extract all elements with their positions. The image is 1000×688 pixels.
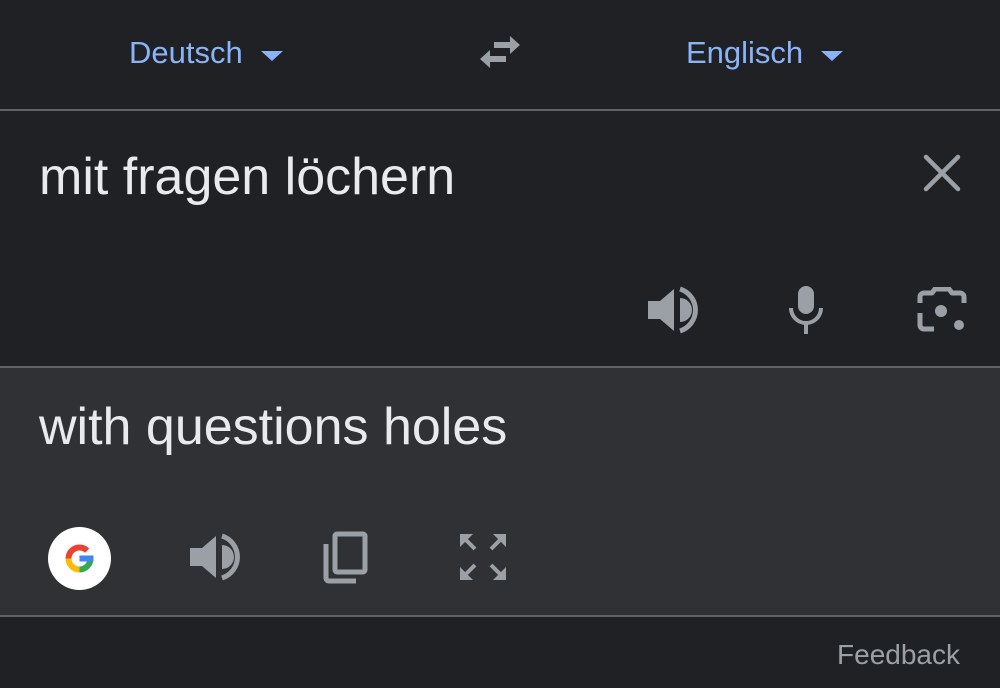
copy-icon [323,531,368,584]
copy-translation-button[interactable] [320,530,372,586]
feedback-link[interactable]: Feedback [837,639,960,671]
translate-app: Deutsch Englisch mit fragen löchern with… [0,0,1000,688]
speaker-icon [648,286,698,334]
camera-input-button[interactable] [916,286,968,335]
target-language-label: Englisch [686,35,804,70]
google-logo-icon [65,544,94,573]
source-language-label: Deutsch [129,35,243,70]
dropdown-caret-icon [821,51,844,61]
language-bar: Deutsch Englisch [0,0,1000,109]
listen-source-button[interactable] [644,285,700,335]
translated-text: with questions holes [39,398,508,456]
output-panel: with questions holes [0,368,1000,615]
microphone-icon [789,286,823,334]
fullscreen-icon [460,534,506,580]
google-search-button[interactable] [48,527,111,590]
voice-input-button[interactable] [784,283,828,337]
source-language-selector[interactable]: Deutsch [129,30,283,76]
input-panel: mit fragen löchern [0,111,1000,366]
fullscreen-button[interactable] [456,530,510,584]
footer: Feedback [0,617,1000,688]
swap-arrows-icon [480,36,520,68]
speaker-icon [190,533,240,581]
listen-translation-button[interactable] [186,532,242,582]
swap-languages-button[interactable] [474,30,526,74]
camera-icon [917,286,967,332]
close-icon [923,154,961,192]
source-text-input[interactable]: mit fragen löchern [39,147,455,207]
target-language-selector[interactable]: Englisch [686,30,844,76]
clear-input-button[interactable] [918,149,966,197]
dropdown-caret-icon [260,51,283,61]
